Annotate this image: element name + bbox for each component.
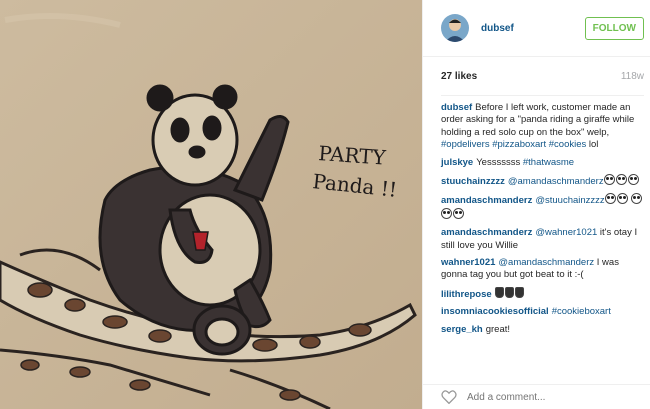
comment-list: dubsef Before I left work, customer made … (423, 96, 650, 336)
caption-tail: lol (588, 139, 599, 151)
heart-icon[interactable] (441, 390, 457, 404)
hand-emoji-icon (504, 286, 514, 298)
add-comment-input[interactable] (467, 391, 617, 403)
post-time[interactable]: 118w (621, 71, 644, 82)
comment-username[interactable]: insomniacookiesofficial (441, 306, 549, 317)
panda-emoji-icon (453, 207, 464, 219)
hand-emoji-icon (494, 286, 504, 298)
hashtag-link[interactable]: #cookieboxart (552, 306, 611, 317)
hand-emoji-icon (514, 286, 524, 298)
hashtag-link[interactable]: #opdelivers (441, 139, 490, 150)
comment-username[interactable]: amandaschmanderz (441, 227, 532, 238)
comment-username[interactable]: amandaschmanderz (441, 195, 532, 206)
panda-emoji-icon (615, 174, 627, 186)
comment-text: Yesssssss (476, 156, 523, 168)
comment: insomniacookiesofficial #cookieboxart (441, 306, 644, 318)
panda-emoji-icon (616, 193, 628, 205)
panda-emoji-icon (604, 193, 616, 205)
like-count[interactable]: 27 likes (441, 71, 477, 82)
caption-username[interactable]: dubsef (441, 102, 472, 113)
comment-username[interactable]: julskye (441, 157, 473, 168)
panda-drawing: PARTY Panda !! (0, 0, 422, 409)
panda-emoji-icon (441, 207, 452, 219)
comment: wahner1021 @amandaschmanderz I was gonna … (441, 257, 644, 282)
mention-link[interactable]: @amandaschmanderz (508, 176, 604, 187)
comment-username[interactable]: lilithrepose (441, 289, 492, 300)
caption: dubsef Before I left work, customer made … (441, 102, 644, 152)
comment-username[interactable]: stuuchainzzzz (441, 176, 505, 187)
instagram-post: PARTY Panda !! dubsef FOLLOW 27 likes 11… (0, 0, 650, 409)
comment: amandaschmanderz @stuuchainzzzz (441, 193, 644, 222)
avatar[interactable] (441, 14, 469, 42)
hashtag-link[interactable]: #thatwasme (523, 157, 574, 168)
party-text: PARTY (318, 141, 388, 170)
mention-link[interactable]: @stuuchainzzzz (535, 195, 604, 206)
post-footer (423, 384, 650, 409)
hashtag-link[interactable]: #pizzaboxart (492, 139, 546, 150)
comment: amandaschmanderz @wahner1021 it's otay I … (441, 227, 644, 252)
post-photo[interactable]: PARTY Panda !! (0, 0, 422, 409)
mention-link[interactable]: @wahner1021 (535, 227, 597, 238)
comment: julskye Yesssssss #thatwasme (441, 157, 644, 169)
comment-username[interactable]: serge_kh (441, 324, 483, 335)
panda-emoji-icon (631, 193, 643, 205)
follow-button[interactable]: FOLLOW (584, 16, 644, 40)
comment: lilithrepose (441, 286, 644, 301)
author-username[interactable]: dubsef (481, 23, 585, 34)
post-stats: 27 likes 118w (441, 57, 644, 96)
comment-text: great! (485, 323, 511, 335)
panda-emoji-icon (627, 174, 639, 186)
hashtag-link[interactable]: #cookies (549, 139, 587, 150)
post-sidebar: dubsef FOLLOW 27 likes 118w dubsef Before… (422, 0, 650, 409)
comment-username[interactable]: wahner1021 (441, 257, 495, 268)
mention-link[interactable]: @amandaschmanderz (498, 257, 594, 268)
comment: serge_kh great! (441, 324, 644, 336)
panda-emoji-icon (603, 174, 615, 186)
comment: stuuchainzzzz @amandaschmanderz (441, 174, 644, 188)
post-header: dubsef FOLLOW (423, 0, 650, 57)
